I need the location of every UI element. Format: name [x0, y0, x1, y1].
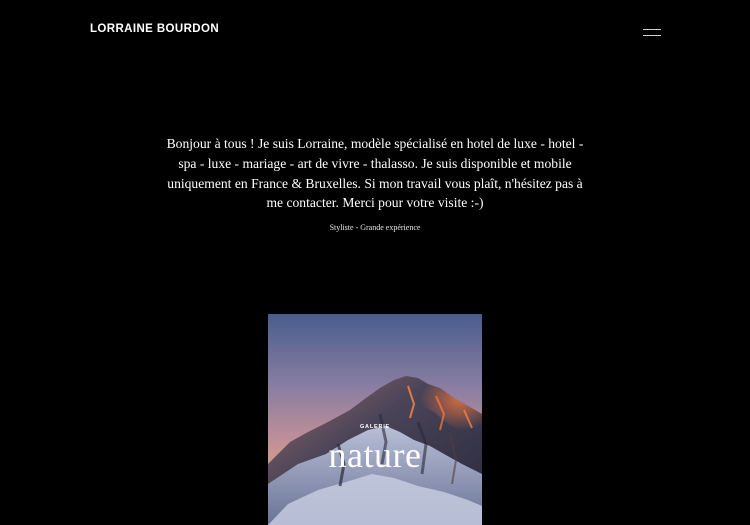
- gallery-card-nature[interactable]: GALERIE nature: [268, 314, 482, 525]
- gallery-title: nature: [328, 435, 422, 475]
- brand-logo[interactable]: LORRAINE BOURDON: [90, 23, 219, 35]
- hamburger-menu-icon-bar: [643, 35, 661, 36]
- tagline: Styliste - Grande expérience: [329, 223, 421, 233]
- gallery-eyebrow: GALERIE: [359, 424, 391, 430]
- hamburger-menu-icon: [643, 29, 661, 30]
- site-header: LORRAINE BOURDON: [0, 0, 750, 64]
- mountain-photo: [268, 314, 482, 525]
- menu-button[interactable]: [637, 24, 667, 42]
- intro-section: Bonjour à tous ! Je suis Lorraine, modèl…: [165, 134, 585, 233]
- intro-text: Bonjour à tous ! Je suis Lorraine, modèl…: [166, 136, 584, 211]
